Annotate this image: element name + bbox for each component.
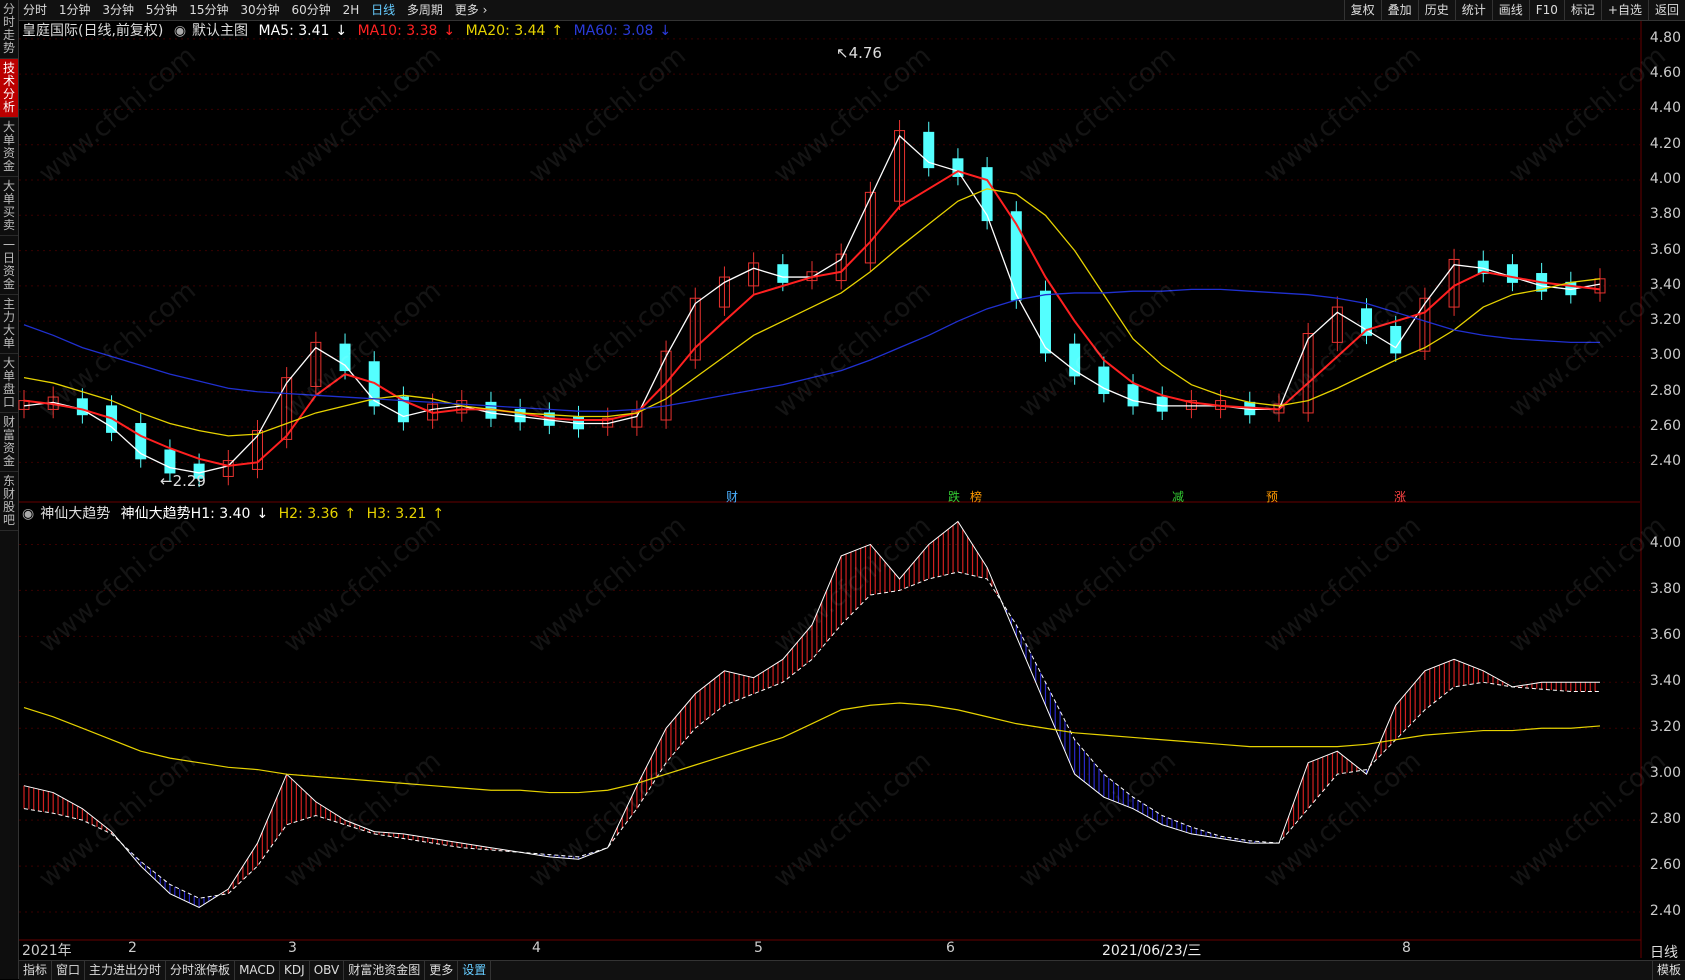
- axis-tick-label: 2.60: [1649, 418, 1681, 435]
- indicator-tab-bar: 指标 窗口 主力进出分时 分时涨停板 MACD KDJ OBV 财富池资金图 更多 设置 模板: [19, 960, 1685, 980]
- event-marker-drop[interactable]: 跌: [948, 488, 960, 505]
- tab-more[interactable]: 更多: [425, 961, 459, 980]
- tab-wealth-pool[interactable]: 财富池资金图: [344, 961, 426, 980]
- grid-lines: [19, 38, 1640, 913]
- axis-tick-label: 2.60: [1649, 857, 1681, 874]
- candle-body: [981, 167, 993, 222]
- candle-body: [339, 343, 351, 372]
- axis-tick-label: 4.00: [1649, 535, 1681, 552]
- tab-indicator[interactable]: 指标: [19, 961, 53, 980]
- chart-canvas[interactable]: [0, 0, 1685, 979]
- event-marker-rise[interactable]: 涨: [1394, 488, 1406, 505]
- axis-tick-label: 3.20: [1649, 719, 1681, 736]
- axis-tick-label: 3.40: [1649, 276, 1681, 293]
- tab-settings[interactable]: 设置: [458, 961, 492, 980]
- axis-tick-label: 4.20: [1649, 135, 1681, 152]
- axis-tick-label: 3.20: [1649, 312, 1681, 329]
- candle-body: [76, 398, 88, 416]
- crosshair-date-label: 2021/06/23/三: [1102, 943, 1202, 959]
- h3-line: [23, 702, 1601, 794]
- candle-body: [1127, 384, 1139, 407]
- x-label: 4: [532, 940, 541, 956]
- tab-kdj[interactable]: KDJ: [280, 961, 310, 980]
- axis-tick-label: 3.40: [1649, 673, 1681, 690]
- ma-line-ma5: [23, 134, 1601, 474]
- trend-indicator-bars: [23, 521, 1596, 908]
- x-label: 5: [754, 940, 763, 956]
- x-label: 6: [946, 940, 955, 956]
- axis-tick-label: 3.60: [1649, 627, 1681, 644]
- event-marker-list[interactable]: 榜: [970, 488, 982, 505]
- axis-tick-label: 2.40: [1649, 903, 1681, 920]
- low-price-annotation: ←2.29: [160, 472, 206, 490]
- candle-body: [1390, 325, 1402, 354]
- tab-main-flow[interactable]: 主力进出分时: [85, 961, 167, 980]
- axis-tick-label: 2.80: [1649, 382, 1681, 399]
- candle-body: [1156, 396, 1168, 412]
- axis-tick-label: 3.80: [1649, 581, 1681, 598]
- x-label: 2021年: [22, 943, 72, 959]
- axis-tick-label: 3.00: [1649, 765, 1681, 782]
- axis-tick-label: 4.40: [1649, 100, 1681, 117]
- axis-tick-label: 4.00: [1649, 171, 1681, 187]
- axis-tick-label: 3.00: [1649, 347, 1681, 364]
- event-marker-forecast[interactable]: 预: [1266, 488, 1278, 505]
- template-button[interactable]: 模板: [1651, 961, 1685, 980]
- axis-tick-label: 3.80: [1649, 206, 1681, 223]
- trend-indicator-lines: [23, 520, 1601, 909]
- candle-body: [1039, 290, 1051, 354]
- candle-body: [164, 449, 176, 474]
- tab-obv[interactable]: OBV: [310, 961, 345, 980]
- axis-tick-label: 2.40: [1649, 453, 1681, 470]
- axis-tick-label: 2.80: [1649, 811, 1681, 828]
- candle-body: [1506, 264, 1518, 283]
- axis-tick-label: 4.80: [1649, 29, 1681, 46]
- high-price-annotation: ↖4.76: [836, 44, 882, 62]
- moving-average-lines: [23, 134, 1601, 474]
- axis-tick-label: 4.60: [1649, 65, 1681, 82]
- candle-body: [777, 264, 789, 283]
- event-marker-reduce[interactable]: 减: [1172, 488, 1184, 505]
- tab-window[interactable]: 窗口: [52, 961, 86, 980]
- h2-line: [23, 571, 1600, 899]
- period-indicator[interactable]: 日线: [1650, 942, 1678, 962]
- tab-limit-up[interactable]: 分时涨停板: [166, 961, 236, 980]
- x-label: 8: [1402, 940, 1411, 956]
- x-label: 2: [128, 940, 137, 956]
- h1-line: [23, 520, 1600, 909]
- x-label: 3: [288, 940, 297, 956]
- axis-tick-label: 3.60: [1649, 241, 1681, 258]
- event-marker-finance[interactable]: 财: [726, 488, 738, 505]
- tab-macd[interactable]: MACD: [235, 961, 281, 980]
